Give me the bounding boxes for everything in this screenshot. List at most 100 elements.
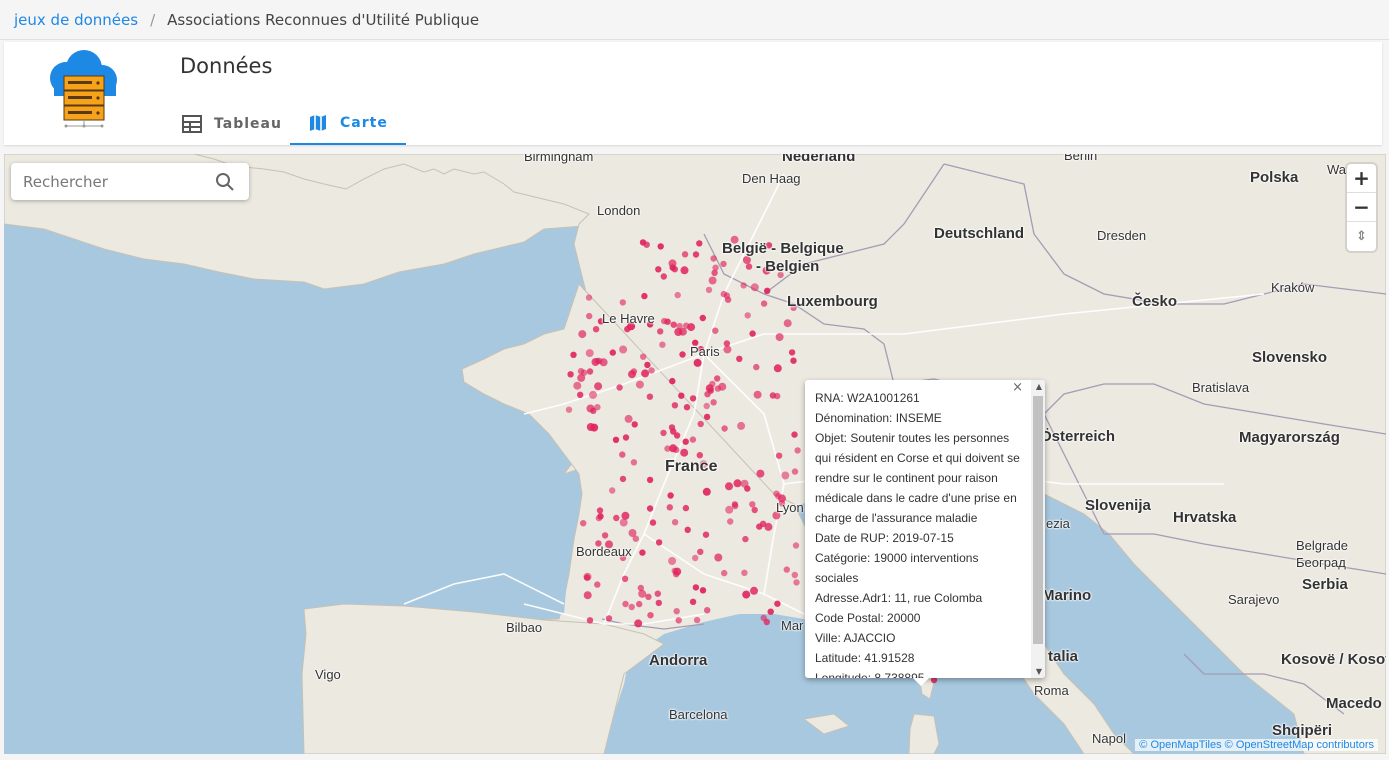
association-marker[interactable] <box>703 402 710 410</box>
association-marker[interactable] <box>689 395 697 402</box>
association-marker[interactable] <box>628 603 635 611</box>
association-marker[interactable] <box>769 392 777 399</box>
association-marker[interactable] <box>689 436 697 443</box>
association-marker[interactable] <box>570 351 577 358</box>
tab-tableau[interactable]: Tableau <box>164 103 300 145</box>
tab-carte[interactable]: Carte <box>290 103 406 145</box>
association-marker[interactable] <box>669 264 676 271</box>
association-marker[interactable] <box>622 600 629 608</box>
association-marker[interactable] <box>592 326 600 333</box>
association-marker[interactable] <box>636 600 643 608</box>
openmaptiles-link[interactable]: © OpenMapTiles <box>1139 739 1221 751</box>
association-marker[interactable] <box>577 368 585 375</box>
association-marker[interactable] <box>580 520 587 527</box>
association-marker[interactable] <box>594 581 601 588</box>
association-marker[interactable] <box>790 357 797 364</box>
association-marker[interactable] <box>714 375 721 382</box>
association-marker[interactable] <box>647 612 654 619</box>
association-marker[interactable] <box>689 598 697 605</box>
association-marker[interactable] <box>573 381 582 390</box>
association-marker[interactable] <box>697 420 704 428</box>
association-marker[interactable] <box>660 429 667 437</box>
association-marker[interactable] <box>699 314 706 322</box>
association-marker[interactable] <box>742 590 751 599</box>
association-marker[interactable] <box>578 330 587 339</box>
association-marker[interactable] <box>669 377 676 385</box>
association-marker[interactable] <box>723 345 732 354</box>
association-marker[interactable] <box>630 459 638 466</box>
association-marker[interactable] <box>751 506 758 514</box>
association-marker[interactable] <box>764 522 773 531</box>
association-marker[interactable] <box>702 487 711 496</box>
map-search-box[interactable] <box>11 163 249 200</box>
association-marker[interactable] <box>609 487 616 494</box>
association-marker[interactable] <box>721 425 728 432</box>
association-marker[interactable] <box>641 369 650 378</box>
association-marker[interactable] <box>703 413 711 421</box>
association-marker[interactable] <box>773 490 780 497</box>
association-marker[interactable] <box>740 282 747 289</box>
association-marker[interactable] <box>727 518 734 525</box>
association-marker[interactable] <box>692 251 700 258</box>
association-marker[interactable] <box>680 266 689 275</box>
search-icon[interactable] <box>215 172 235 192</box>
association-marker[interactable] <box>760 614 767 622</box>
association-marker[interactable] <box>586 423 595 431</box>
zoom-out-button[interactable]: − <box>1347 193 1376 222</box>
association-marker[interactable] <box>645 593 652 600</box>
association-marker[interactable] <box>667 492 674 499</box>
association-marker[interactable] <box>791 571 798 579</box>
association-marker[interactable] <box>655 539 663 546</box>
association-marker[interactable] <box>720 260 727 268</box>
association-marker[interactable] <box>712 327 719 334</box>
association-marker[interactable] <box>674 328 683 336</box>
popup-scrollbar[interactable]: ▲ ▼ <box>1031 380 1045 678</box>
association-marker[interactable] <box>668 424 676 431</box>
association-marker[interactable] <box>586 312 593 320</box>
association-marker[interactable] <box>684 526 691 533</box>
association-marker[interactable] <box>631 421 638 428</box>
association-marker[interactable] <box>756 523 763 530</box>
association-marker[interactable] <box>641 292 648 300</box>
association-marker[interactable] <box>622 434 630 441</box>
association-marker[interactable] <box>654 590 661 597</box>
association-marker[interactable] <box>664 318 671 325</box>
association-marker[interactable] <box>764 287 771 294</box>
association-marker[interactable] <box>628 529 637 537</box>
association-marker[interactable] <box>687 323 696 332</box>
association-marker[interactable] <box>696 240 703 247</box>
association-marker[interactable] <box>577 373 586 382</box>
map-view[interactable]: Birmingham Nederland Berlin Polska Wars … <box>4 154 1386 754</box>
association-marker[interactable] <box>740 479 749 488</box>
association-marker[interactable] <box>648 367 655 374</box>
association-marker[interactable] <box>565 406 573 413</box>
association-marker[interactable] <box>601 532 609 539</box>
association-marker[interactable] <box>781 471 790 480</box>
association-marker[interactable] <box>693 616 701 624</box>
association-marker[interactable] <box>745 263 753 270</box>
popup-close-button[interactable]: × <box>1012 380 1023 395</box>
association-marker[interactable] <box>682 504 690 512</box>
association-marker[interactable] <box>657 243 664 250</box>
association-marker[interactable] <box>693 358 702 367</box>
association-marker[interactable] <box>668 557 677 565</box>
association-marker[interactable] <box>646 393 654 400</box>
association-marker[interactable] <box>586 617 594 624</box>
association-marker[interactable] <box>705 286 713 294</box>
association-marker[interactable] <box>655 599 662 607</box>
association-marker[interactable] <box>585 294 593 301</box>
association-marker[interactable] <box>692 584 700 591</box>
association-marker[interactable] <box>679 351 686 358</box>
association-marker[interactable] <box>673 567 682 576</box>
association-marker[interactable] <box>674 291 681 299</box>
association-marker[interactable] <box>756 469 765 478</box>
association-marker[interactable] <box>596 357 603 365</box>
association-marker[interactable] <box>793 579 800 586</box>
association-marker[interactable] <box>699 587 707 594</box>
association-marker[interactable] <box>646 505 654 512</box>
association-marker[interactable] <box>660 273 667 280</box>
association-marker[interactable] <box>619 518 628 527</box>
association-marker[interactable] <box>673 608 680 615</box>
scroll-down-icon[interactable]: ▼ <box>1036 667 1042 676</box>
association-marker[interactable] <box>605 615 613 622</box>
